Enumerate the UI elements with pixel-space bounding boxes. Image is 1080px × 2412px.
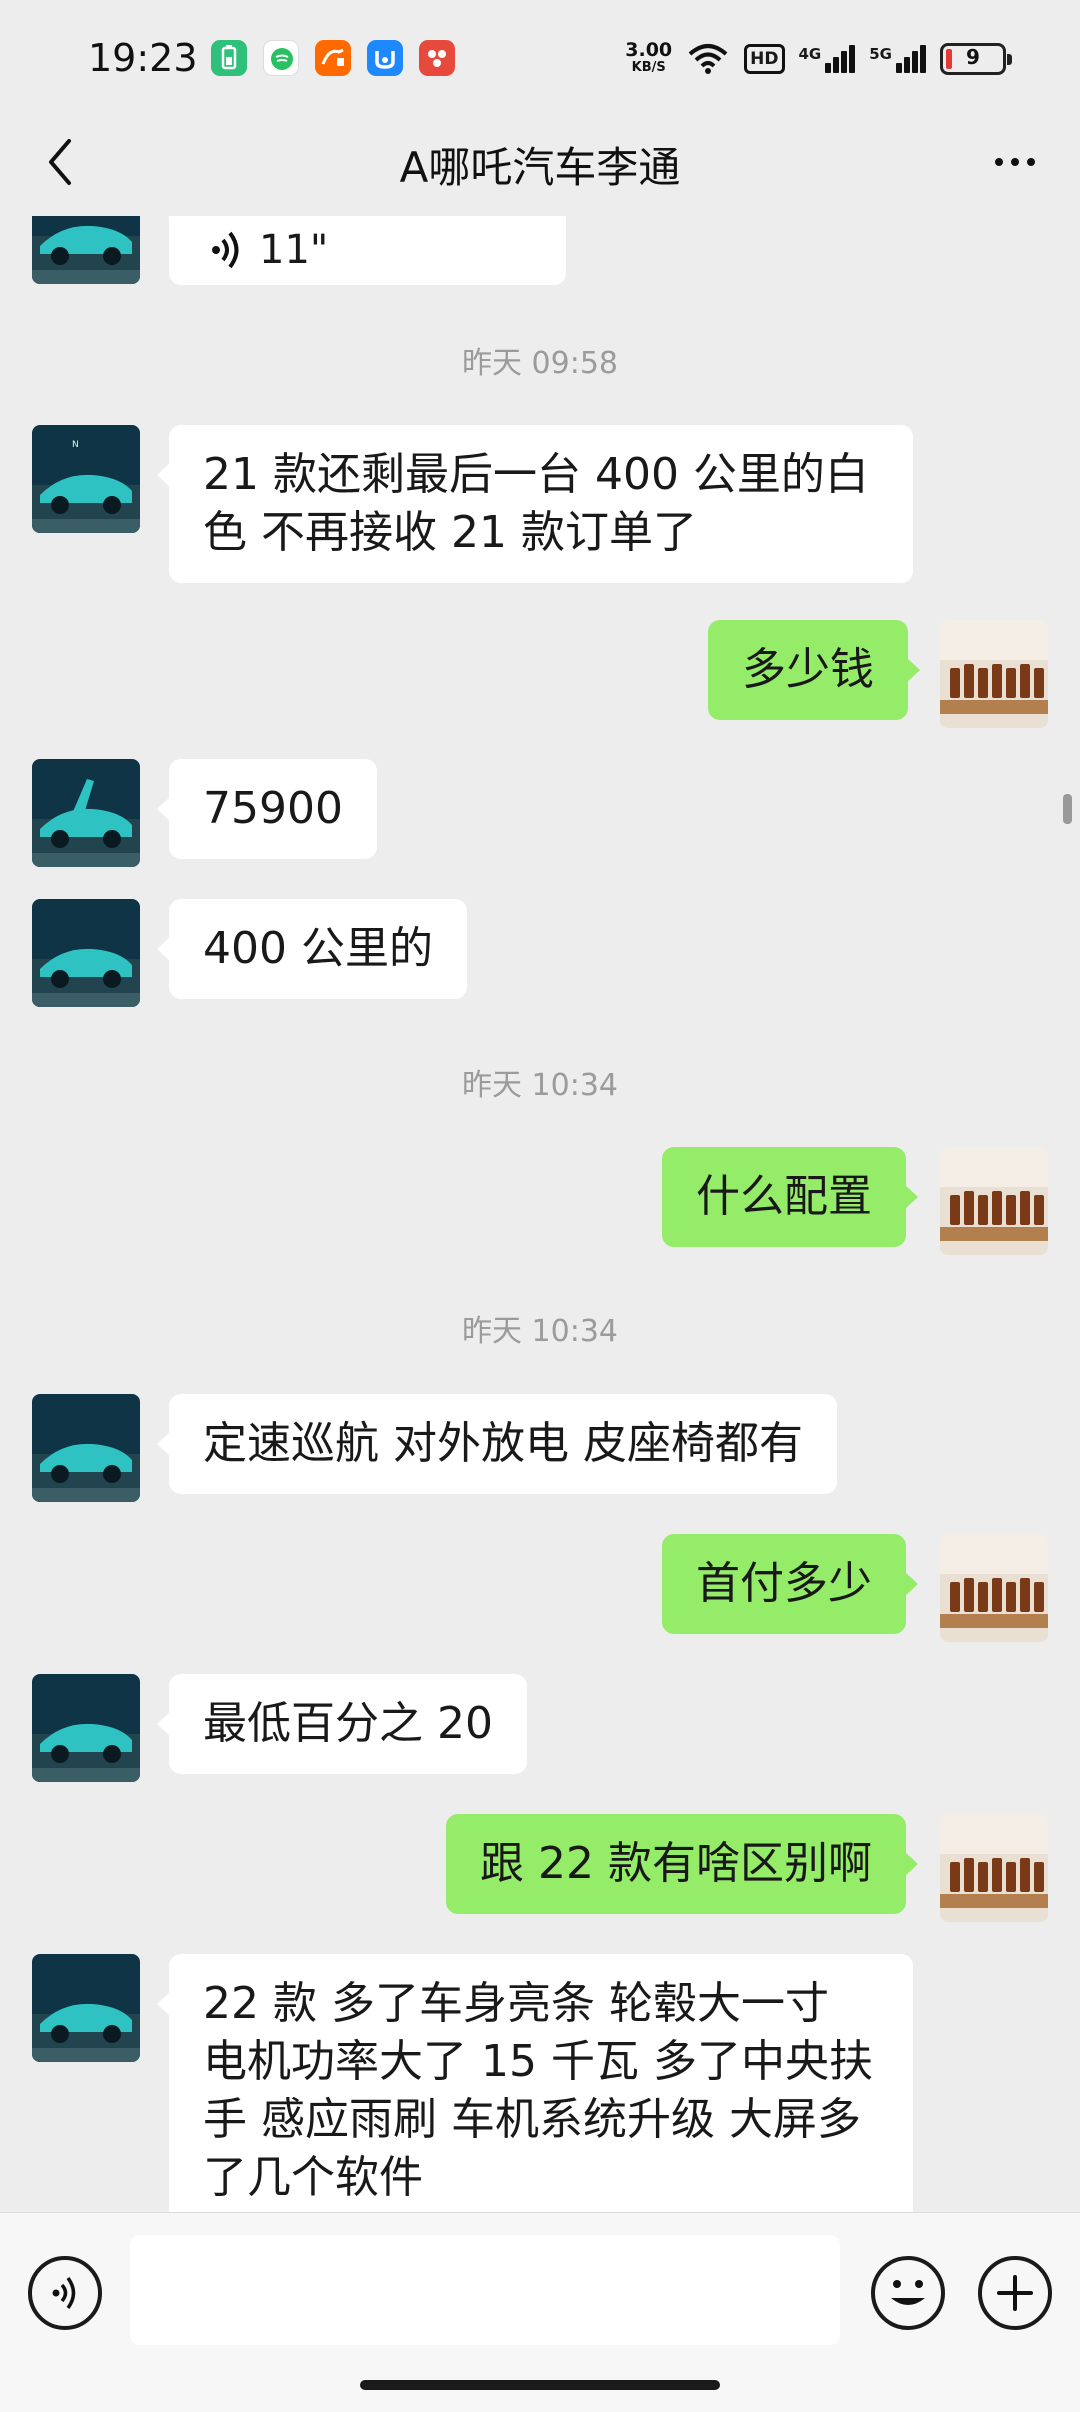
network-speed: 3.00 KB/S bbox=[625, 39, 673, 76]
status-bar: 19:23 3.00 KB/S HD 4G 5G 9 bbox=[0, 0, 1080, 110]
message-bubble-incoming[interactable]: 最低百分之 20 bbox=[157, 1674, 527, 1774]
emoji-button[interactable] bbox=[871, 2256, 945, 2330]
shopping-app-icon bbox=[315, 40, 351, 76]
network-speed-value: 3.00 bbox=[625, 39, 673, 61]
more-dot-icon bbox=[1027, 158, 1035, 166]
plus-icon bbox=[997, 2275, 1033, 2311]
messaging-app-icon bbox=[263, 40, 299, 76]
svg-text:N: N bbox=[72, 440, 79, 450]
status-time: 19:23 bbox=[88, 36, 198, 80]
message-bubble-outgoing[interactable]: 什么配置 bbox=[662, 1147, 918, 1247]
avatar-contact[interactable] bbox=[32, 1954, 140, 2062]
message-bubble-outgoing[interactable]: 首付多少 bbox=[662, 1534, 918, 1634]
voice-wave-icon bbox=[212, 231, 239, 269]
battery-icon: 9 bbox=[940, 43, 1012, 75]
avatar-contact[interactable] bbox=[32, 759, 140, 867]
network-speed-unit: KB/S bbox=[631, 60, 666, 75]
hd-voice-badge: HD bbox=[744, 44, 785, 74]
more-dot-icon bbox=[995, 158, 1003, 166]
message-bubble-incoming[interactable]: 22 款 多了车身亮条 轮毂大一寸 电机功率大了 15 千瓦 多了中央扶手 感应… bbox=[157, 1954, 913, 2212]
chat-title: A哪吒汽车李通 bbox=[399, 143, 681, 192]
timestamp: 昨天 09:58 bbox=[462, 346, 618, 381]
avatar-contact[interactable]: N bbox=[32, 425, 140, 533]
more-functions-button[interactable] bbox=[978, 2256, 1052, 2330]
signal-5g-icon: 5G bbox=[869, 45, 926, 73]
message-bubble-outgoing[interactable]: 多少钱 bbox=[708, 620, 920, 720]
battery-saver-icon bbox=[211, 40, 247, 76]
signal-4g-icon: 4G bbox=[799, 45, 856, 73]
chat-screen: 19:23 3.00 KB/S HD 4G 5G 9 A哪吒汽车李通 11" 昨… bbox=[0, 0, 1080, 2412]
emoji-icon bbox=[891, 2280, 925, 2305]
message-bubble-incoming[interactable]: 定速巡航 对外放电 皮座椅都有 bbox=[157, 1394, 837, 1494]
message-bubble-outgoing[interactable]: 跟 22 款有啥区别啊 bbox=[446, 1814, 918, 1914]
avatar-contact[interactable] bbox=[32, 1674, 140, 1782]
timestamp: 昨天 10:34 bbox=[462, 1068, 618, 1103]
timestamp: 昨天 10:34 bbox=[462, 1314, 618, 1349]
nav-bar: A哪吒汽车李通 bbox=[0, 110, 1080, 216]
avatar-self[interactable] bbox=[940, 1534, 1048, 1642]
scrollbar-thumb[interactable] bbox=[1063, 794, 1072, 824]
avatar-contact[interactable] bbox=[32, 1394, 140, 1502]
signal-4g-label: 4G bbox=[798, 45, 822, 63]
more-options-button[interactable] bbox=[980, 132, 1050, 192]
status-indicators: 3.00 KB/S HD 4G 5G 9 bbox=[625, 34, 1012, 84]
voice-duration: 11" bbox=[259, 227, 329, 273]
message-bubble-incoming[interactable]: 75900 bbox=[157, 759, 377, 859]
voice-message-bubble[interactable]: 11" bbox=[157, 216, 566, 285]
message-bubble-incoming[interactable]: 400 公里的 bbox=[157, 899, 467, 999]
avatar-contact[interactable] bbox=[32, 899, 140, 1007]
battery-level: 9 bbox=[966, 45, 980, 69]
avatar-self[interactable] bbox=[940, 1814, 1048, 1922]
signal-5g-label: 5G bbox=[869, 45, 892, 63]
home-indicator[interactable] bbox=[360, 2380, 720, 2390]
photo-app-icon bbox=[419, 40, 455, 76]
more-dot-icon bbox=[1011, 158, 1019, 166]
voice-input-button[interactable] bbox=[28, 2256, 102, 2330]
wifi-icon bbox=[688, 44, 728, 74]
avatar-self[interactable] bbox=[940, 1147, 1048, 1255]
avatar-self[interactable] bbox=[940, 620, 1048, 728]
message-list[interactable]: 11" 昨天 09:58 N 21 款还剩最后一台 400 公里的白色 不再接收… bbox=[0, 216, 1080, 2212]
voice-icon bbox=[52, 2276, 76, 2310]
tasks-app-icon bbox=[367, 40, 403, 76]
message-input[interactable] bbox=[130, 2235, 840, 2345]
avatar-contact[interactable] bbox=[32, 216, 140, 284]
message-bubble-incoming[interactable]: 21 款还剩最后一台 400 公里的白色 不再接收 21 款订单了 bbox=[157, 425, 913, 583]
